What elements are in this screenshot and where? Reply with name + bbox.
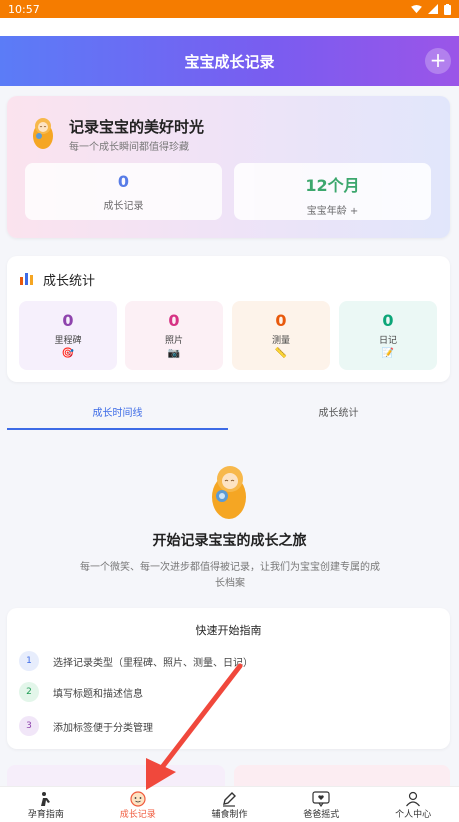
guide-step: 1 选择记录类型（里程碑、照片、测量、日记）: [19, 650, 253, 672]
baby-age-label: 宝宝年龄 +: [306, 206, 359, 217]
status-bar: 10:57: [0, 0, 459, 18]
camera-icon: 📷: [167, 348, 181, 359]
battery-icon: [444, 3, 451, 15]
step-text: 填写标题和描述信息: [53, 688, 143, 700]
baby-bundle-illustration: [212, 466, 246, 519]
nav-label: 爸爸摇式: [303, 810, 340, 820]
ruler-icon: 📏: [274, 348, 288, 359]
add-record-button[interactable]: +: [425, 48, 451, 74]
nav-label: 个人中心: [395, 810, 432, 820]
baby-face-icon: [130, 791, 146, 807]
guide-step: 2 填写标题和描述信息: [19, 681, 143, 703]
empty-state-description: 每一个微笑、每一次进步都值得被记录，让我们为宝宝创建专属的成长档案: [80, 562, 380, 589]
baby-age-value: 12个月: [305, 176, 360, 195]
bottom-nav: 孕育指南 成长记录 辅食制作 爸爸摇式 个人中心: [0, 786, 459, 822]
nav-label: 孕育指南: [27, 810, 64, 820]
bar-chart-icon: [20, 273, 33, 285]
page-title: 宝宝成长记录: [184, 52, 275, 71]
chat-heart-icon: [312, 790, 330, 807]
nav-item-growth-record[interactable]: 成长记录: [92, 787, 184, 822]
tab-growth-timeline[interactable]: 成长时间线: [7, 398, 228, 430]
tab-growth-stats[interactable]: 成长统计: [228, 398, 449, 430]
step-text: 添加标签便于分类管理: [53, 722, 153, 734]
user-icon: [406, 791, 421, 806]
nav-item-baby-food[interactable]: 辅食制作: [184, 787, 276, 822]
stat-label: 里程碑: [54, 336, 82, 346]
records-count-label: 成长记录: [103, 201, 144, 212]
top-spacer: [0, 18, 459, 36]
pencil-icon: [223, 791, 237, 807]
quick-start-guide: 快速开始指南 1 选择记录类型（里程碑、照片、测量、日记） 2 填写标题和描述信…: [7, 608, 450, 749]
person-icon: [40, 791, 50, 806]
memo-icon: 📝: [381, 348, 395, 359]
hero-subtitle: 每一个成长瞬间都值得珍藏: [69, 142, 189, 153]
target-icon: 🎯: [61, 348, 75, 359]
baby-bundle-icon: [33, 118, 53, 149]
wifi-icon: [411, 4, 422, 13]
stat-diary[interactable]: 0 日记 📝: [339, 301, 437, 370]
stat-label: 测量: [271, 336, 290, 346]
guide-step: 3 添加标签便于分类管理: [19, 715, 153, 737]
stat-value: 0: [62, 311, 74, 330]
status-icons: [411, 3, 451, 15]
records-count-value: 0: [117, 172, 130, 191]
nav-label: 辅食制作: [211, 810, 248, 820]
baby-age-card[interactable]: 12个月 宝宝年龄 +: [234, 163, 431, 220]
nav-item-profile[interactable]: 个人中心: [367, 787, 459, 822]
growth-stats-panel: 成长统计 0 里程碑 🎯 0 照片 📷 0 测量 📏 0 日记 📝: [7, 256, 450, 382]
step-text: 选择记录类型（里程碑、照片、测量、日记）: [53, 657, 253, 669]
records-count-card[interactable]: 0 成长记录: [25, 163, 222, 220]
step-number: 3: [19, 716, 39, 736]
stat-value: 0: [275, 311, 287, 330]
empty-state-title: 开始记录宝宝的成长之旅: [152, 533, 307, 549]
stat-photos[interactable]: 0 照片 📷: [125, 301, 223, 370]
nav-item-dad-mode[interactable]: 爸爸摇式: [275, 787, 367, 822]
stat-milestones[interactable]: 0 里程碑 🎯: [19, 301, 117, 370]
hero-banner: 记录宝宝的美好时光 每一个成长瞬间都值得珍藏 0 成长记录 12个月 宝宝年龄 …: [7, 96, 450, 238]
signal-icon: [428, 4, 438, 14]
stat-label: 日记: [378, 336, 397, 346]
step-number: 2: [19, 682, 39, 702]
app-header: 宝宝成长记录 +: [0, 36, 459, 86]
status-time: 10:57: [8, 2, 40, 16]
stat-label: 照片: [164, 336, 183, 346]
step-number: 1: [19, 651, 39, 671]
stat-measurements[interactable]: 0 测量 📏: [232, 301, 330, 370]
stat-value: 0: [382, 311, 394, 330]
hero-title: 记录宝宝的美好时光: [69, 118, 205, 136]
nav-item-pregnancy-guide[interactable]: 孕育指南: [0, 787, 92, 822]
stat-value: 0: [168, 311, 180, 330]
stats-title: 成长统计: [43, 274, 96, 289]
content-tabs: 成长时间线 成长统计: [7, 398, 450, 430]
guide-title: 快速开始指南: [195, 624, 262, 637]
nav-label: 成长记录: [119, 810, 156, 820]
